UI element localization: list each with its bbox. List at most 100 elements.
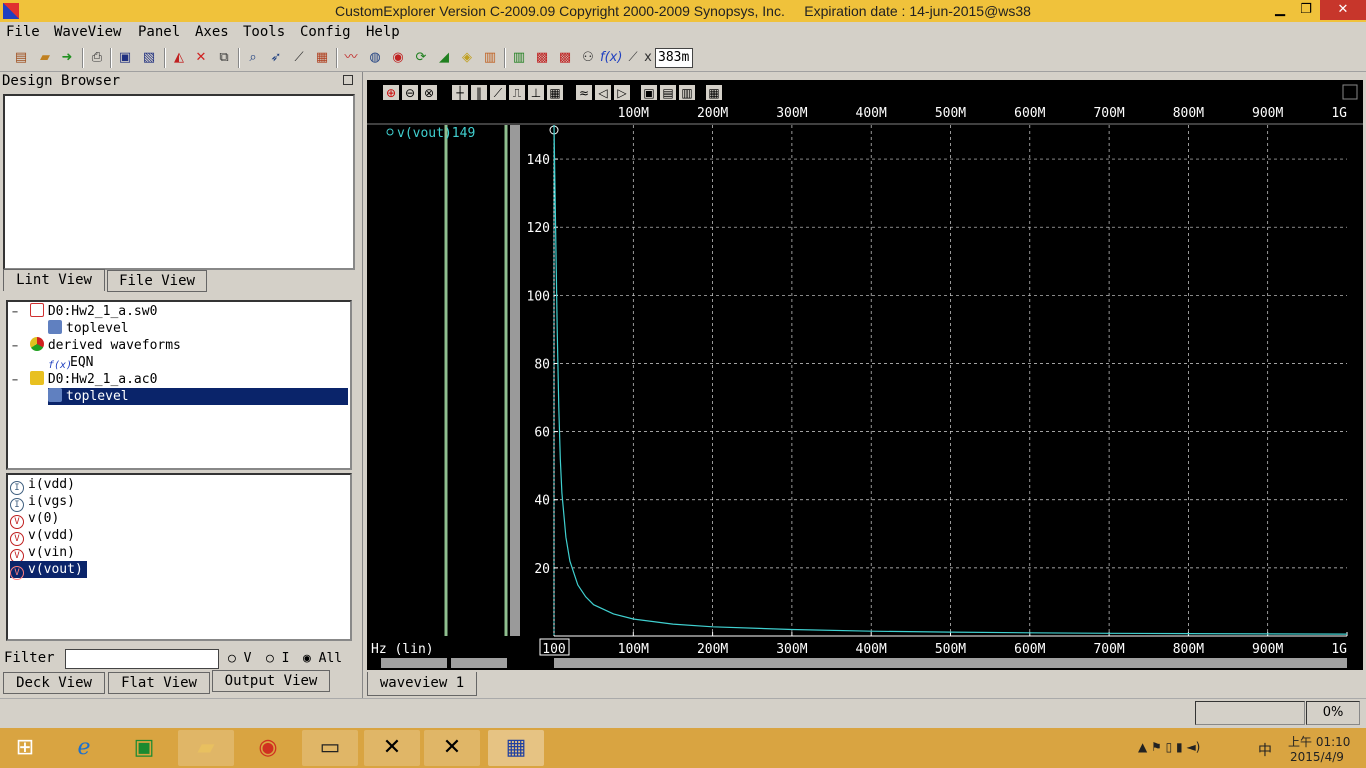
- terminal-icon[interactable]: ▭: [302, 730, 358, 766]
- menu-tools[interactable]: Tools: [243, 24, 285, 40]
- globe-icon[interactable]: ◍: [366, 49, 384, 67]
- tree-item-toplevel-ac0[interactable]: toplevel: [48, 388, 348, 405]
- layers-icon[interactable]: ◈: [458, 49, 476, 67]
- zoom-icon[interactable]: ⌕: [244, 49, 262, 67]
- menu-axes[interactable]: Axes: [195, 24, 229, 40]
- tree-item-ac0[interactable]: − D0:Hw2_1_a.ac0: [12, 371, 157, 388]
- start-icon[interactable]: ⊞: [0, 730, 50, 766]
- signal-v-vdd[interactable]: Vv(vdd): [10, 527, 75, 546]
- bar-chart-icon[interactable]: ▥: [481, 49, 499, 67]
- print-icon[interactable]: ⎙: [88, 49, 106, 67]
- ie-icon[interactable]: ℯ: [56, 730, 112, 766]
- tree-item-derived[interactable]: − derived waveforms: [12, 337, 181, 354]
- close-button[interactable]: ✕: [1320, 0, 1366, 20]
- radio-all[interactable]: ◉ All: [303, 651, 342, 666]
- tab-output-view[interactable]: Output View: [212, 670, 330, 692]
- menu-help[interactable]: Help: [366, 24, 400, 40]
- tray-icons[interactable]: ▲ ⚑ ▯ ▮ ◄): [1138, 740, 1200, 754]
- h-scrollbar-names: [381, 658, 447, 668]
- y-tick-label: 40: [534, 494, 550, 509]
- bar-chart2-icon[interactable]: ▥: [510, 49, 528, 67]
- diagonal-icon-glyph: ⟋: [494, 86, 503, 100]
- voltage-icon: V: [10, 566, 24, 580]
- calc2-icon[interactable]: ▩: [556, 49, 574, 67]
- restore-button[interactable]: ❐: [1292, 0, 1320, 20]
- menu-config[interactable]: Config: [300, 24, 351, 40]
- x2-icon[interactable]: ✕: [424, 730, 480, 766]
- radio-i[interactable]: ○ I: [266, 651, 289, 666]
- function-icon[interactable]: f(x): [600, 49, 622, 67]
- x-icon[interactable]: ✕: [364, 730, 420, 766]
- signal-i-vgs[interactable]: Ii(vgs): [10, 493, 75, 512]
- tab-flat-view[interactable]: Flat View: [108, 672, 210, 694]
- signal-v-vout[interactable]: Vv(vout): [10, 561, 87, 580]
- waveform-window[interactable]: ⊕ ⊖ ⊗ ┼ ‖ ⟋ ⎍ ⊥ ▦ ≈ ◁ ▷ ▣ ▤ ▥ ▦ v(vout)149 20 40 60 80 100 120…: [367, 80, 1363, 670]
- filter-label: Filter: [4, 650, 55, 666]
- delete-icon[interactable]: ✕: [192, 49, 210, 67]
- tab-waveview-1[interactable]: waveview 1: [367, 672, 477, 696]
- coord-input[interactable]: 383m: [655, 48, 693, 68]
- target-icon[interactable]: ◉: [389, 49, 407, 67]
- probe-icon[interactable]: ⟋: [290, 49, 308, 67]
- stack-icon[interactable]: ◢: [435, 49, 453, 67]
- save-icon[interactable]: ▣: [116, 49, 134, 67]
- tree-item-toplevel-sw0[interactable]: toplevel: [48, 320, 129, 337]
- function-icon: f(x): [48, 360, 73, 371]
- x-tick-label-top: 800M: [1173, 106, 1204, 121]
- signal-label: v(vout)149: [397, 126, 475, 141]
- copy-icon[interactable]: ⧉: [215, 49, 233, 67]
- wave-plot-icon[interactable]: 〰: [342, 49, 360, 67]
- left-icon-glyph: ◁: [597, 86, 607, 100]
- filter-input[interactable]: [65, 649, 219, 669]
- x-tick-label-top: 500M: [935, 106, 966, 121]
- y-tick-label: 100: [527, 289, 550, 304]
- minimize-button[interactable]: ▁: [1266, 0, 1294, 20]
- x-tick-label: 500M: [935, 642, 966, 657]
- tree-item-sw0[interactable]: − D0:Hw2_1_a.sw0: [12, 303, 157, 320]
- menu-panel[interactable]: Panel: [138, 24, 180, 40]
- undock-icon[interactable]: [343, 75, 353, 85]
- x-tick-label: 100M: [618, 642, 649, 657]
- go-arrow-icon[interactable]: ➜: [58, 49, 76, 67]
- y-tick-label: 140: [527, 153, 550, 168]
- chrome-icon[interactable]: ◉: [240, 730, 296, 766]
- clock-date[interactable]: 2015/4/9: [1290, 750, 1344, 764]
- signal-v-0[interactable]: Vv(0): [10, 510, 59, 529]
- clock-time[interactable]: 上午 01:10: [1288, 733, 1350, 750]
- cursor-icon[interactable]: ➶: [267, 49, 285, 67]
- signal-i-vdd[interactable]: Ii(vdd): [10, 476, 75, 495]
- tree-item-eqn[interactable]: f(x)EQN: [48, 354, 93, 371]
- calc-icon[interactable]: ▩: [533, 49, 551, 67]
- design-browser-empty-pane: [3, 94, 355, 270]
- tab-deck-view[interactable]: Deck View: [3, 672, 105, 694]
- tab-lint-view[interactable]: Lint View: [3, 269, 105, 291]
- waveform-icon[interactable]: ◭: [170, 49, 188, 67]
- store-icon[interactable]: ▣: [116, 730, 172, 766]
- tab-file-view[interactable]: File View: [107, 270, 207, 292]
- menu-file[interactable]: File: [6, 24, 40, 40]
- signal-list: Ii(vdd) Ii(vgs) Vv(0) Vv(vdd) Vv(vin) Vv…: [6, 473, 352, 641]
- x-tick-label-top: 600M: [1014, 106, 1045, 121]
- derived-icon: [29, 337, 44, 351]
- explorer-icon[interactable]: ▰: [178, 730, 234, 766]
- panel4-icon-glyph: ▦: [708, 86, 719, 100]
- open-folder-icon[interactable]: ▰: [36, 49, 54, 67]
- custom-explorer-icon[interactable]: ▦: [488, 730, 544, 766]
- title-bar: CustomExplorer Version C-2009.09 Copyrig…: [0, 0, 1366, 22]
- menu-bar: File WaveView Panel Axes Tools Config He…: [0, 22, 1366, 44]
- radio-v[interactable]: ○ V: [228, 651, 251, 666]
- open-icon[interactable]: ▤: [12, 49, 30, 67]
- ime-indicator[interactable]: 中: [1258, 740, 1272, 760]
- eye-icon[interactable]: ⚇: [579, 49, 597, 67]
- window-title: CustomExplorer Version C-2009.09 Copyrig…: [335, 3, 1031, 19]
- signal-v-vin[interactable]: Vv(vin): [10, 544, 75, 563]
- menu-waveview[interactable]: WaveView: [54, 24, 121, 40]
- x-tick-label-top: 300M: [776, 106, 807, 121]
- save-as-icon[interactable]: ▧: [140, 49, 158, 67]
- table-icon[interactable]: ▦: [313, 49, 331, 67]
- waveform-chart[interactable]: ⊕ ⊖ ⊗ ┼ ‖ ⟋ ⎍ ⊥ ▦ ≈ ◁ ▷ ▣ ▤ ▥ ▦ v(vout)149 20 40 60 80 100 120…: [367, 80, 1363, 670]
- refresh-icon[interactable]: ⟳: [412, 49, 430, 67]
- ruler-icon[interactable]: ⟋: [624, 49, 642, 67]
- vertical-scrollbar: [510, 125, 520, 636]
- x-tick-label-top: 700M: [1093, 106, 1124, 121]
